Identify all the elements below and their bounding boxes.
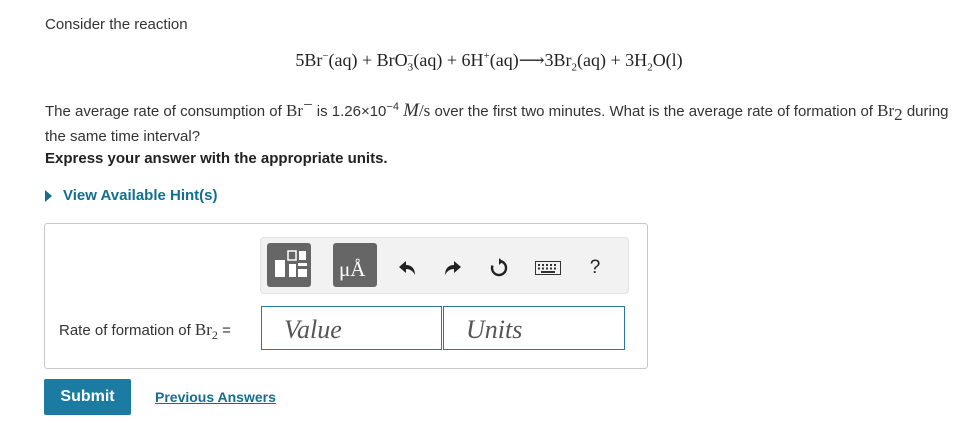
units-input[interactable]: Units <box>443 306 625 350</box>
keyboard-button[interactable] <box>533 253 563 283</box>
units-placeholder: Units <box>466 315 523 344</box>
view-hints-label: View Available Hint(s) <box>63 187 218 204</box>
templates-icon <box>275 250 307 277</box>
undo-icon <box>399 261 415 275</box>
value-placeholder: Value <box>284 315 342 344</box>
undo-button[interactable] <box>392 253 422 283</box>
units-button[interactable]: μÅ <box>333 243 377 287</box>
submit-button[interactable]: Submit <box>44 379 131 415</box>
templates-button[interactable] <box>267 243 311 287</box>
reset-button[interactable] <box>484 253 514 283</box>
value-input[interactable]: Value <box>261 306 442 350</box>
help-button[interactable]: ? <box>580 253 610 283</box>
intro-text: Consider the reaction <box>45 16 188 33</box>
answer-instruction: Express your answer with the appropriate… <box>45 150 388 167</box>
help-icon: ? <box>589 257 601 278</box>
question-text: The average rate of consumption of Br− i… <box>45 95 949 145</box>
reaction-equation: 5Br−(aq) + BrO3−(aq) + 6H+(aq)⟶3Br2(aq) … <box>295 50 683 74</box>
previous-answers-link[interactable]: Previous Answers <box>155 389 276 405</box>
caret-right-icon <box>45 189 52 202</box>
reset-icon <box>490 258 508 277</box>
redo-button[interactable] <box>438 253 468 283</box>
view-hints-toggle[interactable]: View Available Hint(s) <box>45 187 218 204</box>
answer-label: Rate of formation of Br2 = <box>59 320 231 342</box>
units-icon: μÅ <box>339 257 366 281</box>
keyboard-icon <box>535 261 561 275</box>
redo-icon <box>445 261 461 275</box>
